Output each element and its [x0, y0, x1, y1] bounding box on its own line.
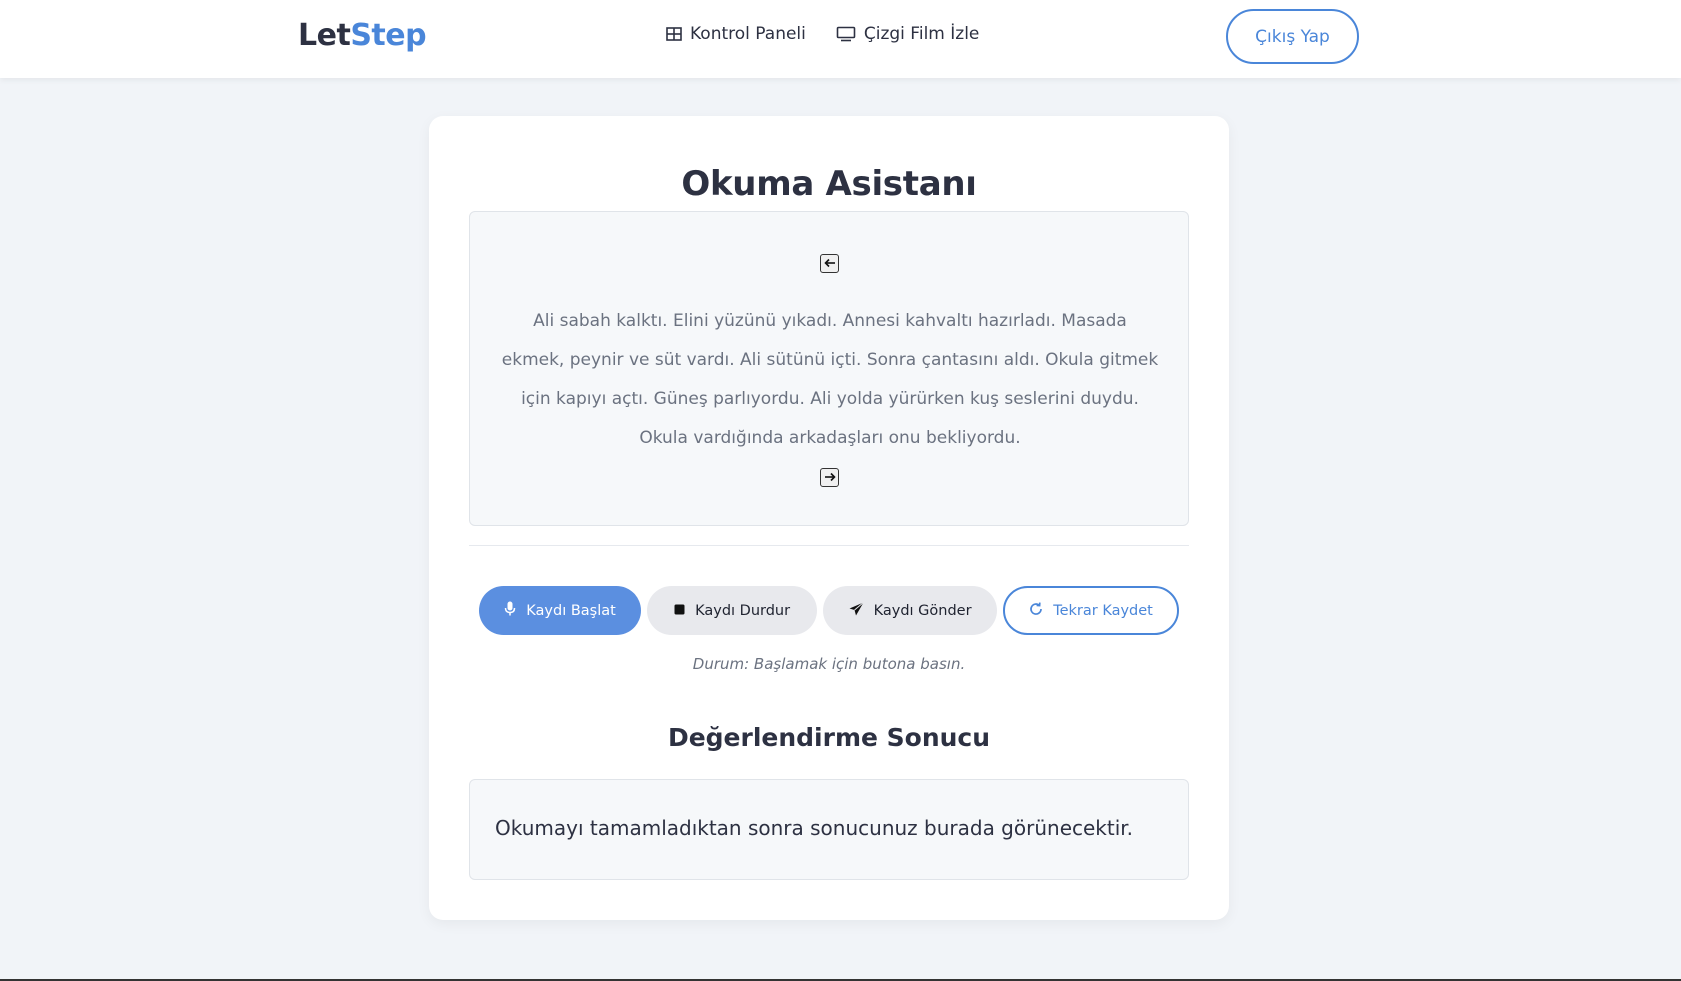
logo-step: Step — [350, 18, 427, 53]
monitor-icon — [836, 26, 856, 42]
nav-dashboard-label: Kontrol Paneli — [690, 24, 806, 44]
recording-status: Durum: Başlamak için butona basın. — [692, 655, 966, 673]
stop-recording-button[interactable]: Kaydı Durdur — [647, 586, 818, 635]
top-navbar: LetStep Kontrol Paneli Çizgi Film İzle Ç… — [0, 0, 1681, 78]
reading-text-box: Ali sabah kalktı. Elini yüzünü yıkadı. A… — [469, 211, 1189, 526]
nav-cartoon-link[interactable]: Çizgi Film İzle — [836, 24, 980, 44]
start-recording-label: Kaydı Başlat — [526, 602, 616, 619]
result-box: Okumayı tamamladıktan sonra sonucunuz bu… — [469, 779, 1189, 880]
previous-text-button[interactable] — [820, 254, 839, 273]
page-title: Okuma Asistanı — [681, 164, 977, 204]
arrow-right-icon — [824, 469, 836, 487]
microphone-icon — [504, 601, 516, 620]
send-recording-button[interactable]: Kaydı Gönder — [823, 586, 998, 635]
next-text-button[interactable] — [820, 468, 839, 487]
retry-recording-button[interactable]: Tekrar Kaydet — [1003, 586, 1180, 635]
recording-controls: Kaydı Başlat Kaydı Durdur Kaydı Gönder T… — [479, 586, 1180, 635]
result-text: Okumayı tamamladıktan sonra sonucunuz bu… — [495, 816, 1134, 840]
divider — [469, 545, 1189, 546]
arrow-left-icon — [823, 255, 836, 273]
paper-plane-icon — [849, 601, 864, 620]
nav-dashboard-link[interactable]: Kontrol Paneli — [666, 24, 806, 44]
retry-recording-label: Tekrar Kaydet — [1053, 602, 1153, 619]
logo[interactable]: LetStep — [298, 18, 427, 53]
stop-icon — [674, 603, 685, 619]
reading-assistant-card: Okuma Asistanı Ali sabah kalktı. Elini y… — [429, 116, 1229, 920]
nav-cartoon-label: Çizgi Film İzle — [863, 24, 980, 44]
result-heading: Değerlendirme Sonucu — [667, 723, 991, 752]
nav-links: Kontrol Paneli Çizgi Film İzle — [666, 24, 979, 44]
grid-icon — [666, 26, 682, 42]
reading-passage: Ali sabah kalktı. Elini yüzünü yıkadı. A… — [501, 311, 1159, 448]
redo-icon — [1029, 602, 1043, 620]
stop-recording-label: Kaydı Durdur — [695, 602, 791, 619]
send-recording-label: Kaydı Gönder — [873, 602, 972, 619]
logout-button[interactable]: Çıkış Yap — [1226, 9, 1359, 64]
start-recording-button[interactable]: Kaydı Başlat — [479, 586, 642, 635]
logo-let: Let — [298, 18, 351, 53]
